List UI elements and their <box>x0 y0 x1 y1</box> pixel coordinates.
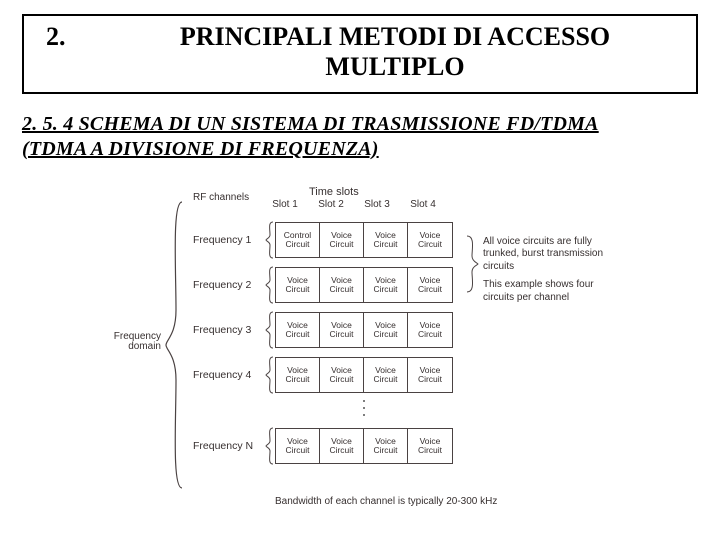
cell-line2: Circuit <box>418 285 442 294</box>
subsection-line1: 2. 5. 4 SCHEMA DI UN SISTEMA DI TRASMISS… <box>22 113 599 135</box>
row-curly-brace-icon <box>265 427 275 465</box>
slot-header: Slot 2 <box>315 199 347 210</box>
frequency-row: Frequency 4VoiceCircuitVoiceCircuitVoice… <box>193 356 453 394</box>
section-title: PRINCIPALI METODI DI ACCESSO MULTIPLO <box>104 22 686 82</box>
cell-line2: Circuit <box>418 330 442 339</box>
frequency-row: Frequency 3VoiceCircuitVoiceCircuitVoice… <box>193 311 453 349</box>
slot-cells: VoiceCircuitVoiceCircuitVoiceCircuitVoic… <box>275 312 453 348</box>
row-curly-brace-icon <box>265 356 275 394</box>
slot-cell: VoiceCircuit <box>364 429 408 463</box>
section-number: 2. <box>34 22 104 52</box>
subsection-title: 2. 5. 4 SCHEMA DI UN SISTEMA DI TRASMISS… <box>22 112 698 162</box>
dot-icon <box>363 407 365 409</box>
slot-cells: VoiceCircuitVoiceCircuitVoiceCircuitVoic… <box>275 357 453 393</box>
dot-icon <box>363 400 365 402</box>
cell-line2: Circuit <box>329 330 353 339</box>
frequency-label: Frequency 2 <box>193 279 265 291</box>
frequency-label: Frequency 1 <box>193 234 265 246</box>
slot-cell: VoiceCircuit <box>276 358 320 392</box>
slot-cells: ControlCircuitVoiceCircuitVoiceCircuitVo… <box>275 222 453 258</box>
cell-line2: Circuit <box>329 446 353 455</box>
side-note-p1: All voice circuits are fully trunked, bu… <box>483 236 623 274</box>
slot-cell: VoiceCircuit <box>276 268 320 302</box>
left-curly-brace-icon <box>163 200 185 490</box>
diagram-footer-note: Bandwidth of each channel is typically 2… <box>275 496 497 507</box>
slot-cell: VoiceCircuit <box>320 429 364 463</box>
frequency-row: Frequency 1ControlCircuitVoiceCircuitVoi… <box>193 221 453 259</box>
row-curly-brace-icon <box>265 221 275 259</box>
slot-header: Slot 3 <box>361 199 393 210</box>
fd-tdma-diagram: Time slots Slot 1 Slot 2 Slot 3 Slot 4 R… <box>95 186 625 516</box>
cell-line2: Circuit <box>418 375 442 384</box>
slot-cell: ControlCircuit <box>276 223 320 257</box>
slot-cell: VoiceCircuit <box>320 223 364 257</box>
cell-line2: Circuit <box>285 330 309 339</box>
frequency-row: Frequency 2VoiceCircuitVoiceCircuitVoice… <box>193 266 453 304</box>
slot-cell: VoiceCircuit <box>320 313 364 347</box>
diagram-side-note: All voice circuits are fully trunked, bu… <box>483 236 623 311</box>
slot-cell: VoiceCircuit <box>320 358 364 392</box>
cell-line2: Circuit <box>285 285 309 294</box>
section-header-box: 2. PRINCIPALI METODI DI ACCESSO MULTIPLO <box>22 14 698 94</box>
slot-cell: VoiceCircuit <box>276 313 320 347</box>
ellipsis-gap <box>193 394 453 420</box>
slot-cell: VoiceCircuit <box>408 429 452 463</box>
rf-channels-label: RF channels <box>193 192 249 203</box>
slot-cell: VoiceCircuit <box>408 268 452 302</box>
subsection-line2: (TDMA A DIVISIONE DI FREQUENZA) <box>22 138 379 160</box>
slot-cell: VoiceCircuit <box>364 268 408 302</box>
slot-cells: VoiceCircuitVoiceCircuitVoiceCircuitVoic… <box>275 267 453 303</box>
frequency-label: Frequency 4 <box>193 369 265 381</box>
dot-icon <box>363 414 365 416</box>
frequency-label: Frequency 3 <box>193 324 265 336</box>
cell-line2: Circuit <box>329 375 353 384</box>
cell-line2: Circuit <box>418 240 442 249</box>
frequency-row: Frequency NVoiceCircuitVoiceCircuitVoice… <box>193 427 453 465</box>
cell-line2: Circuit <box>373 240 397 249</box>
cell-line2: Circuit <box>373 330 397 339</box>
side-note-p2: This example shows four circuits per cha… <box>483 279 623 304</box>
row-curly-brace-icon <box>265 311 275 349</box>
freq-domain-l2: domain <box>128 341 161 352</box>
section-title-line1: PRINCIPALI METODI DI ACCESSO <box>180 22 610 51</box>
frequency-rows: Frequency 1ControlCircuitVoiceCircuitVoi… <box>193 214 453 465</box>
section-title-line2: MULTIPLO <box>325 52 464 81</box>
cell-line2: Circuit <box>373 446 397 455</box>
cell-line2: Circuit <box>285 240 309 249</box>
cell-line2: Circuit <box>418 446 442 455</box>
slot-headers-row: Slot 1 Slot 2 Slot 3 Slot 4 <box>269 199 439 210</box>
slot-cell: VoiceCircuit <box>364 358 408 392</box>
slot-cell: VoiceCircuit <box>320 268 364 302</box>
frequency-label: Frequency N <box>193 440 265 452</box>
row-curly-brace-icon <box>265 266 275 304</box>
cell-line2: Circuit <box>373 285 397 294</box>
slot-cell: VoiceCircuit <box>408 313 452 347</box>
slot-cells: VoiceCircuitVoiceCircuitVoiceCircuitVoic… <box>275 428 453 464</box>
cell-line2: Circuit <box>329 285 353 294</box>
frequency-domain-label: Frequency domain <box>99 332 161 353</box>
cell-line2: Circuit <box>285 375 309 384</box>
cell-line2: Circuit <box>373 375 397 384</box>
slot-cell: VoiceCircuit <box>364 313 408 347</box>
slot-header: Slot 4 <box>407 199 439 210</box>
slot-header: Slot 1 <box>269 199 301 210</box>
slot-cell: VoiceCircuit <box>276 429 320 463</box>
slot-cell: VoiceCircuit <box>364 223 408 257</box>
time-slots-label: Time slots <box>309 186 359 198</box>
slot-cell: VoiceCircuit <box>408 358 452 392</box>
cell-line2: Circuit <box>329 240 353 249</box>
cell-line2: Circuit <box>285 446 309 455</box>
freq-domain-l1: Frequency <box>114 331 161 342</box>
slot-cell: VoiceCircuit <box>408 223 452 257</box>
right-curly-brace-icon <box>465 234 479 294</box>
